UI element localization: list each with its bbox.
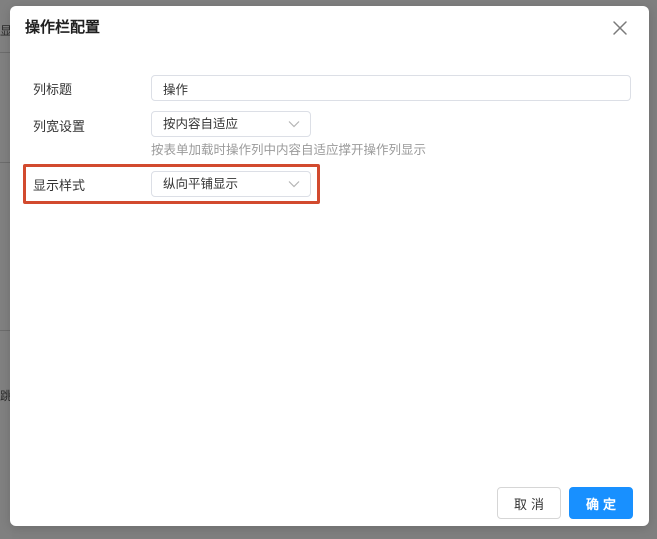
display-style-label: 显示样式 [33, 179, 86, 194]
close-icon [613, 21, 627, 35]
dialog-title: 操作栏配置 [25, 18, 101, 36]
background-text: 显 [0, 24, 10, 38]
display-style-select[interactable]: 纵向平铺显示 [151, 171, 311, 197]
background-text: 跳 [0, 389, 10, 403]
chevron-down-icon [288, 121, 300, 128]
column-width-help: 按表单加载时操作列中内容自适应撑开操作列显示 [151, 142, 427, 157]
column-width-selected: 按内容自适应 [163, 116, 239, 131]
column-title-input[interactable] [151, 75, 631, 101]
column-width-label: 列宽设置 [33, 120, 86, 135]
close-button[interactable] [611, 19, 629, 37]
cancel-button[interactable]: 取消 [497, 487, 561, 519]
chevron-down-icon [288, 181, 300, 188]
display-style-selected: 纵向平铺显示 [163, 176, 239, 191]
confirm-button[interactable]: 确定 [569, 487, 633, 519]
column-width-select[interactable]: 按内容自适应 [151, 111, 311, 137]
column-title-label: 列标题 [33, 83, 73, 98]
operation-bar-config-dialog: 操作栏配置 列标题 列宽设置 按内容自适应 按表单加载时操作列中内容自适应撑开操… [10, 6, 649, 526]
